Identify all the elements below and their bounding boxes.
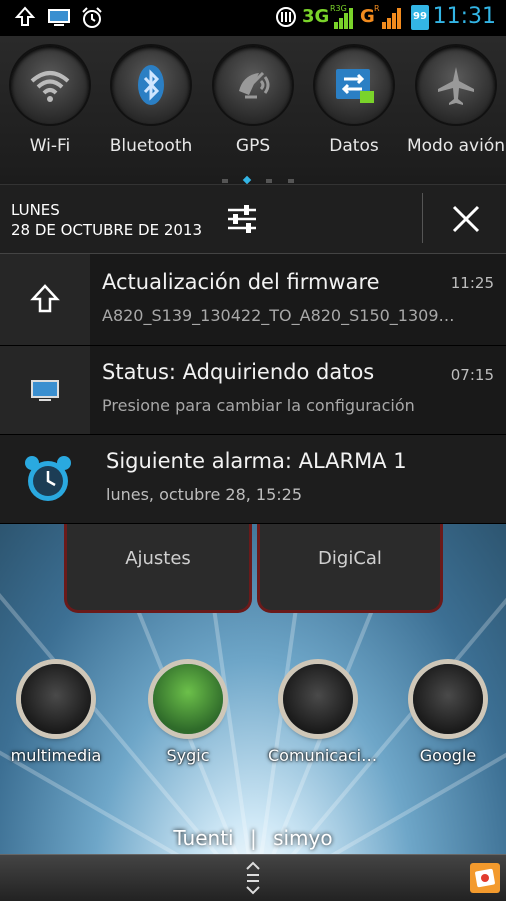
monitor-icon [48,9,70,26]
notification-status[interactable]: Status: Adquiriendo datos Presione para … [0,346,506,435]
qs-tile-wifi[interactable]: Wi-Fi [0,46,100,176]
divider [422,193,423,243]
upload-arrow-icon [30,284,60,313]
app-comunicacion[interactable]: Comunicaci… [268,664,378,765]
network-type-2: G [360,6,375,27]
qs-label-datos: Datos [329,136,379,156]
folder-icon [413,664,483,734]
qs-tile-gps[interactable]: GPS [203,46,303,176]
monitor-icon [31,380,59,401]
app-sygic[interactable]: Sygic [138,664,238,765]
app-shortcut-icon[interactable] [470,863,500,893]
notification-time: 11:25 [450,274,494,292]
notification-title: Status: Adquiriendo datos [102,360,375,384]
app-multimedia[interactable]: multimedia [6,664,106,765]
qs-tile-airplane[interactable]: Modo avión [406,46,506,176]
alarm-clock-icon [25,456,71,501]
widget-label: DigiCal [318,548,382,569]
notification-title: Siguiente alarma: ALARMA 1 [106,449,407,473]
app-label: Sygic [166,746,210,765]
home-screen: Ajustes DigiCal multimedia Sygic Comunic… [0,524,506,900]
upload-arrow-icon [14,6,36,26]
battery-level: 99 [413,11,427,22]
quick-settings: Wi-Fi Bluetooth GPS Datos Modo avión [0,36,506,185]
notification-text: A820_S139_130422_TO_A820_S150_1309… [102,306,455,325]
battery-icon: 99 [411,5,429,30]
drag-handle-icon[interactable] [243,861,263,895]
airplane-icon [438,67,474,105]
widget-ajustes[interactable]: Ajustes [64,524,252,613]
app-label: multimedia [10,746,102,765]
notification-alarm[interactable]: Siguiente alarma: ALARMA 1 lunes, octubr… [0,435,506,524]
widget-digical[interactable]: DigiCal [257,524,443,613]
qs-label-wifi: Wi-Fi [29,136,71,156]
app-google[interactable]: Google [398,664,498,765]
clear-all-close-icon[interactable] [448,201,484,237]
signal-bars-1-icon [334,8,353,29]
dock-labels: Tuenti | simyo [0,826,506,850]
dock-label-simyo[interactable]: simyo [273,826,333,850]
widget-label: Ajustes [125,548,191,569]
qs-label-gps: GPS [235,136,271,156]
notification-text: Presione para cambiar la configuración [102,396,415,415]
notification-title: Actualización del firmware [102,270,380,294]
signal-bars-2-icon [382,8,401,29]
clock: 11:31 [432,4,496,29]
dock-label-tuenti[interactable]: Tuenti [173,826,233,850]
notification-text: lunes, octubre 28, 15:25 [106,485,303,504]
qs-label-bluetooth: Bluetooth [109,136,193,156]
folder-icon [283,664,353,734]
sygic-icon [153,664,223,734]
date-label: 28 DE OCTUBRE DE 2013 [11,221,203,239]
network-type-1: 3G [302,6,330,27]
qs-tile-datos[interactable]: Datos [304,46,404,176]
roaming-label-2: R [374,4,380,13]
dock-separator: | [249,826,257,850]
qs-label-airplane: Modo avión [406,136,506,156]
notification-firmware[interactable]: Actualización del firmware A820_S139_130… [0,254,506,346]
sync-icon [276,7,296,27]
status-bar: 3G R3G G R 99 11:31 [0,0,506,36]
qs-tile-bluetooth[interactable]: Bluetooth [101,46,201,176]
data-icon [336,69,374,103]
app-label: Google [419,746,477,765]
notification-time: 07:15 [450,366,494,384]
bluetooth-icon [138,65,164,105]
wifi-icon [30,71,70,102]
settings-sliders-icon[interactable] [222,201,262,237]
date-header: LUNES 28 DE OCTUBRE DE 2013 [0,184,506,255]
day-label: LUNES [11,201,60,219]
folder-icon [21,664,91,734]
app-label: Comunicaci… [268,746,378,765]
gps-icon [239,71,270,99]
notification-drag-bar[interactable] [0,854,506,901]
alarm-icon [82,7,102,28]
